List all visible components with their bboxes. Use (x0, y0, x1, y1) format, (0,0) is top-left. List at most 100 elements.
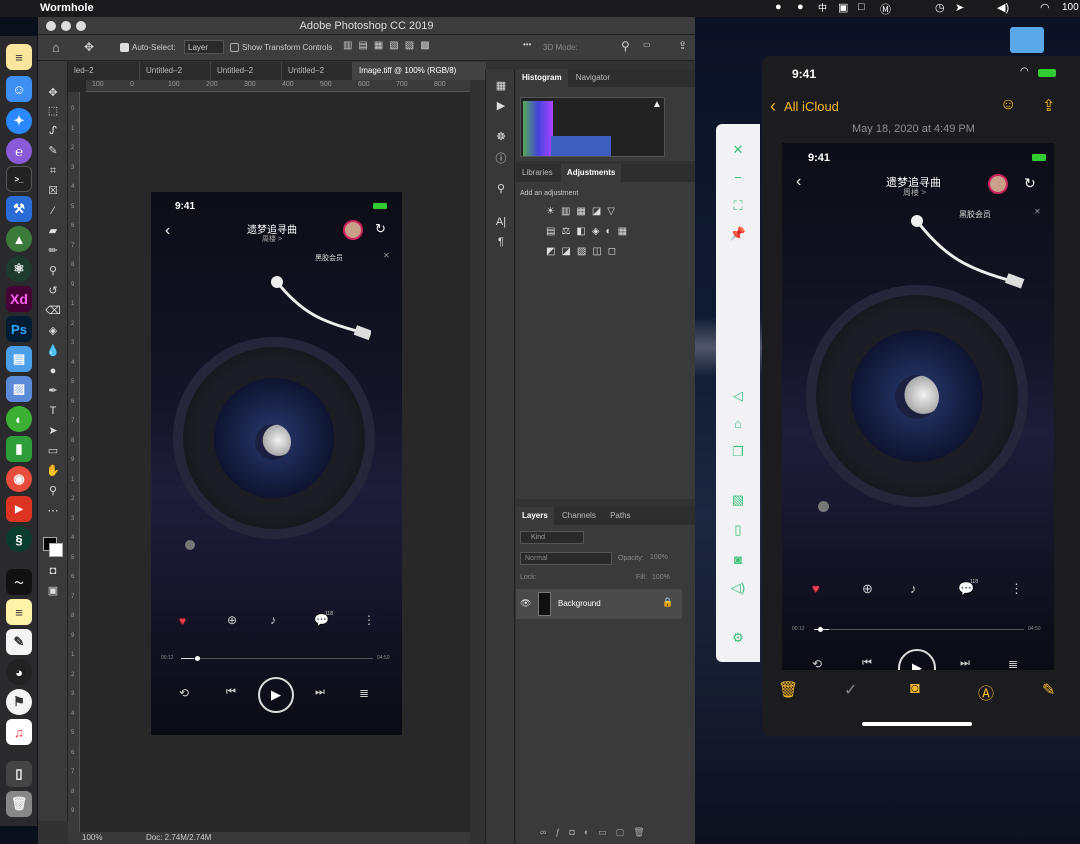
qq-icon[interactable]: ● (797, 1, 804, 13)
align-icons[interactable]: ▥▤▦▧▨▩ (343, 40, 436, 51)
sourcetree-icon[interactable]: § (6, 526, 32, 552)
transform-checkbox[interactable] (230, 43, 239, 52)
fullscreen-icon[interactable]: ⛶ (728, 196, 748, 216)
launchpad-icon[interactable]: ⚑ (6, 689, 32, 715)
android-studio-icon[interactable]: ▲ (6, 226, 32, 252)
channels-tab[interactable]: Channels (556, 507, 602, 525)
wechat-dock-icon[interactable]: ◐ (6, 406, 32, 432)
close-button[interactable] (46, 21, 56, 31)
camera-icon[interactable]: ◙ (728, 550, 748, 570)
numbers-icon[interactable]: ▮ (6, 436, 32, 462)
doc-tab[interactable]: Untitled–2 (140, 62, 211, 80)
avatar[interactable] (988, 174, 1008, 194)
next-icon[interactable]: ⏭ (960, 657, 970, 670)
play-action-icon[interactable]: ▶ (493, 98, 509, 114)
activity-icon[interactable]: ～ (6, 569, 32, 595)
doc-tab-active[interactable]: Image.tiff @ 100% (RGB/8) (353, 62, 486, 80)
adobe-xd-icon[interactable]: Xd (6, 286, 32, 312)
hand-tool-icon[interactable]: ✋ (45, 463, 61, 479)
artist-name[interactable]: 周楼 > (903, 187, 926, 198)
auto-select-checkbox[interactable] (120, 43, 129, 52)
fill-value[interactable]: 100% (652, 574, 670, 581)
paint-bucket-icon[interactable]: ◈ (45, 323, 61, 339)
prev-icon[interactable]: ⏮ (862, 657, 872, 670)
safari-icon[interactable]: ✦ (6, 108, 32, 134)
artist-name[interactable]: 周楼 > (262, 234, 282, 244)
pen-tool-icon[interactable]: ✒ (45, 383, 61, 399)
share-icon[interactable]: ⇪ (1042, 96, 1055, 116)
crop-tool-icon[interactable]: ⌗ (45, 163, 61, 179)
move-tool-icon[interactable]: ✥ (45, 85, 61, 101)
blur-tool-icon[interactable]: 💧 (45, 343, 61, 359)
download-icon[interactable]: ⊕ (862, 581, 873, 597)
share-icon[interactable]: ⇪ (678, 39, 687, 52)
back-icon[interactable]: ‹ (165, 222, 170, 240)
compose-icon[interactable]: ✎ (1042, 680, 1055, 700)
background-color[interactable] (49, 543, 63, 557)
zoom-level[interactable]: 100% (82, 833, 102, 842)
preview-icon[interactable]: ▤ (6, 346, 32, 372)
histogram-tab[interactable]: Histogram (516, 69, 568, 87)
layer-actions[interactable]: ∞ƒ◘◐▭▢🗑 (540, 827, 654, 838)
progress-track[interactable] (814, 629, 1024, 630)
doc-tab[interactable]: led–2 (68, 62, 140, 80)
zoom-tool-icon[interactable]: ⚲ (45, 483, 61, 499)
stickies-icon[interactable]: ≡ (6, 599, 32, 625)
eyedropper-icon[interactable]: ⁄ (45, 203, 61, 219)
layer-select[interactable]: Layer (184, 40, 224, 54)
send-icon[interactable]: ➤ (955, 1, 964, 14)
progress-track[interactable] (181, 658, 373, 659)
marquee-tool-icon[interactable]: ⬚ (45, 103, 61, 119)
lasso-tool-icon[interactable]: ᔑ (45, 123, 61, 139)
progress-knob[interactable] (818, 627, 823, 632)
brush-settings-icon[interactable]: ☸ (493, 129, 509, 145)
pin-icon[interactable]: 📌 (728, 224, 748, 244)
back-link[interactable]: All iCloud (784, 99, 839, 114)
photoshop-icon[interactable]: Ps (6, 316, 32, 342)
more-icon[interactable]: ⋮ (1010, 581, 1023, 597)
textedit-icon[interactable]: ✎ (6, 629, 32, 655)
magic-wand-icon[interactable]: ✎ (45, 143, 61, 159)
stamp-tool-icon[interactable]: ⚲ (45, 263, 61, 279)
dodge-tool-icon[interactable]: ● (45, 363, 61, 379)
frame-tool-icon[interactable]: ☒ (45, 183, 61, 199)
paragraph-icon[interactable]: ¶ (493, 234, 509, 250)
wechat-icon[interactable]: ● (775, 1, 782, 13)
close-icon[interactable]: ✕ (728, 140, 748, 160)
progress-knob[interactable] (195, 656, 200, 661)
doc-tab[interactable]: Untitled–2 (282, 62, 353, 80)
layer-row[interactable]: 👁 Background 🔒 (516, 589, 682, 619)
file-icon[interactable]: ▯ (728, 520, 748, 540)
pdf-icon[interactable]: ▶ (6, 496, 32, 522)
doc-tab[interactable]: Untitled–2 (211, 62, 282, 80)
lock-icon[interactable]: ◷ (935, 1, 945, 14)
info-icon[interactable]: ⓘ (493, 151, 509, 167)
healing-icon[interactable]: ▰ (45, 223, 61, 239)
adjustments-tab[interactable]: Adjustments (560, 164, 622, 182)
next-icon[interactable]: ⏭ (315, 686, 325, 699)
workspace-icon[interactable]: ▭ (643, 40, 651, 49)
screenshot-icon[interactable]: ▧ (728, 490, 748, 510)
brush-tool-icon[interactable]: ✏ (45, 243, 61, 259)
adjustment-icons[interactable]: ☀▥▦◪▽ ▤⚖◧◈◐▦ ◩◪▨◫◻ (546, 202, 666, 262)
path-select-icon[interactable]: ➤ (45, 423, 61, 439)
checklist-icon[interactable]: ✓ (844, 680, 857, 700)
search-icon[interactable]: ⚲ (621, 39, 630, 53)
playlist-icon[interactable]: ≣ (1008, 657, 1018, 670)
clone-source-icon[interactable]: ⚲ (493, 181, 509, 197)
share-icon[interactable]: ↻ (1024, 175, 1036, 192)
collaborate-icon[interactable]: ☺ (1000, 96, 1016, 114)
home-icon[interactable]: ⌂ (52, 40, 60, 55)
prev-icon[interactable]: ⏮ (226, 686, 236, 699)
minimize-icon[interactable]: − (728, 168, 748, 188)
more-icon[interactable]: ⋮ (363, 613, 375, 627)
loop-icon[interactable]: ⟲ (812, 657, 822, 670)
app-name[interactable]: Wormhole (40, 2, 94, 14)
sound-effect-icon[interactable]: ♪ (270, 613, 276, 627)
playlist-icon[interactable]: ≣ (359, 686, 369, 700)
filter-kind[interactable]: Kind (520, 531, 584, 544)
minimize-button[interactable] (61, 21, 71, 31)
input-method-icon[interactable]: 中 (818, 1, 827, 14)
heart-icon[interactable]: ♥ (812, 581, 820, 596)
loop-icon[interactable]: ⟲ (179, 686, 189, 700)
